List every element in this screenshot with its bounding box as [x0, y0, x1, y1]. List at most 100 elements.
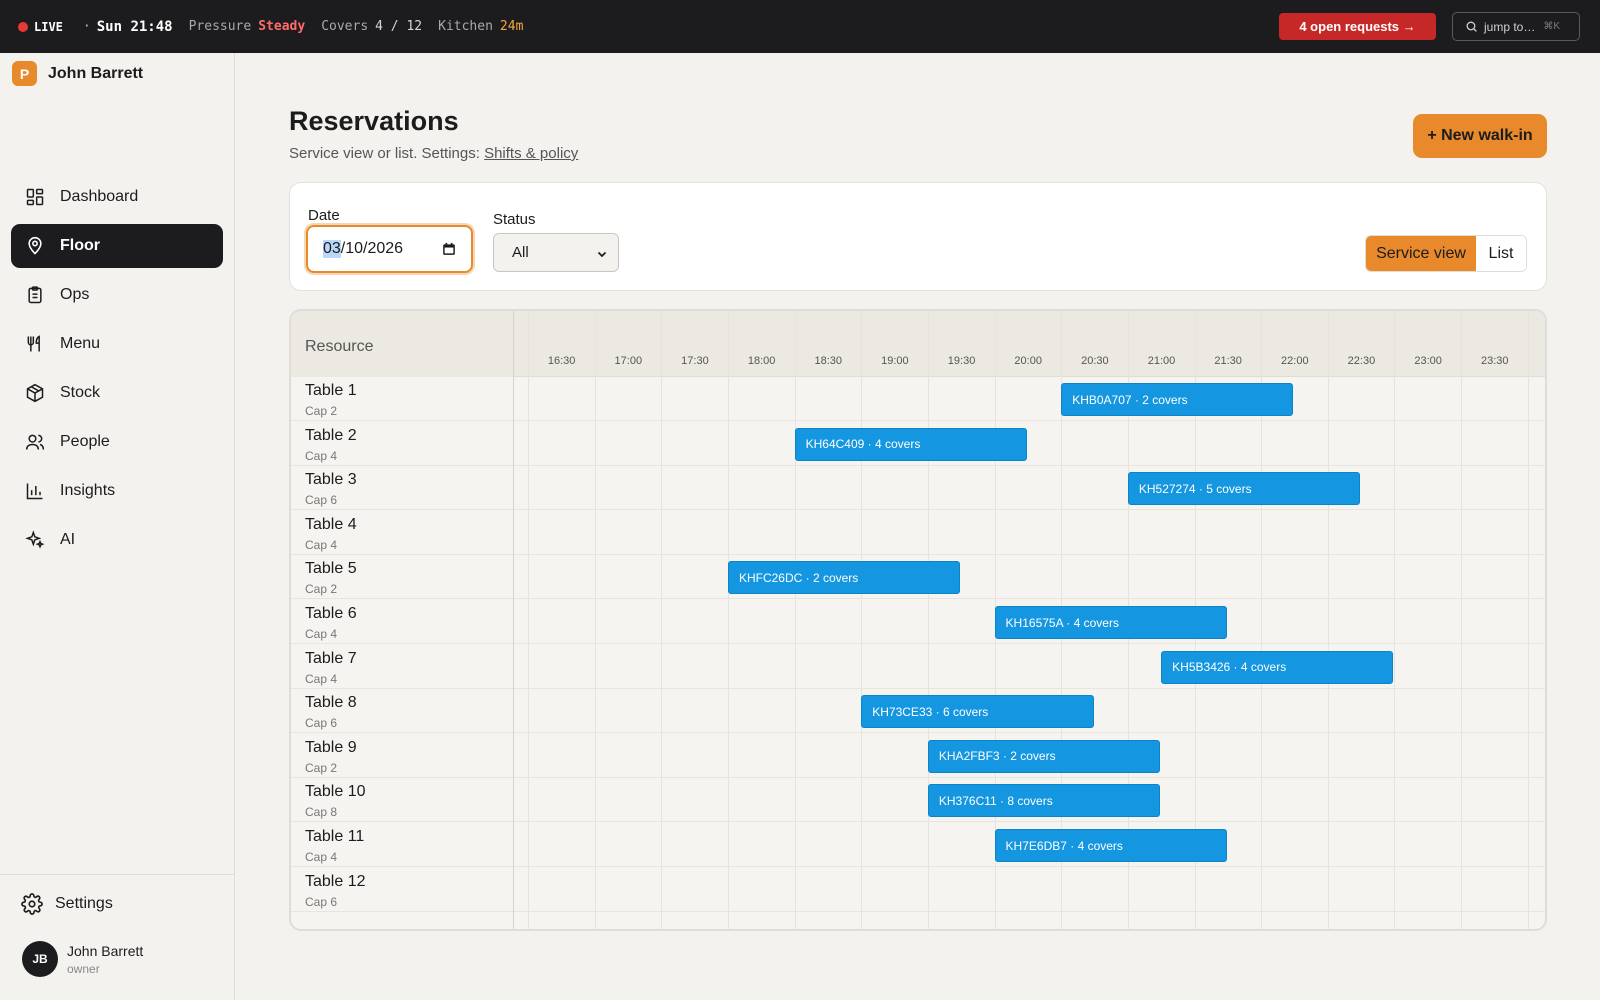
table-name[interactable]: Table 8 — [305, 694, 357, 712]
table-name[interactable]: Table 2 — [305, 427, 357, 445]
reservation-block[interactable]: KH7E6DB7 · 4 covers — [994, 829, 1227, 862]
time-tick-label: 19:00 — [881, 355, 909, 367]
brand[interactable]: P John Barrett — [12, 61, 143, 86]
new-walkin-button[interactable]: + New walk-in — [1413, 114, 1547, 158]
sidebar-item-dashboard[interactable]: Dashboard — [11, 175, 223, 219]
reservation-block[interactable]: KH5B3426 · 4 covers — [1161, 650, 1394, 684]
status-select[interactable]: All — [493, 233, 619, 272]
resource-row: Table 2 Cap 4 KH64C409 · 4 covers — [291, 422, 1545, 466]
table-name[interactable]: Table 4 — [305, 516, 357, 534]
service-view-button[interactable]: Service view — [1366, 236, 1476, 271]
reservation-block[interactable]: KHB0A707 · 2 covers — [1061, 383, 1294, 416]
reservation-block[interactable]: KH527274 · 5 covers — [1127, 472, 1361, 506]
table-capacity: Cap 4 — [305, 537, 338, 552]
bar-chart-icon — [24, 480, 46, 502]
sidebar-item-label: Floor — [60, 237, 100, 254]
brand-logo-icon: P — [12, 61, 37, 86]
time-tick-label: 16:30 — [547, 355, 576, 367]
reservation-block[interactable]: KH376C11 · 8 covers — [927, 784, 1161, 818]
table-name[interactable]: Table 11 — [305, 828, 364, 846]
reservation-block[interactable]: KH16575A · 4 covers — [994, 606, 1227, 639]
date-month-segment: 03 — [323, 240, 341, 258]
kitchen-value: 24m — [499, 19, 524, 34]
sidebar-item-label: Dashboard — [60, 188, 139, 205]
table-name[interactable]: Table 1 — [305, 382, 357, 400]
table-name[interactable]: Table 3 — [305, 471, 357, 489]
resource-row: Table 1 Cap 2 KHB0A707 · 2 covers — [291, 377, 1545, 421]
time-tick-label: 21:00 — [1147, 355, 1176, 367]
table-name[interactable]: Table 10 — [305, 783, 366, 801]
table-capacity: Cap 2 — [305, 404, 338, 418]
table-name[interactable]: Table 12 — [305, 873, 366, 891]
sidebar-item-people[interactable]: People — [11, 420, 223, 464]
resource-row: Table 6 Cap 4 KH16575A · 4 covers — [291, 600, 1545, 644]
sidebar-item-ops[interactable]: Ops — [11, 273, 223, 317]
reservation-block[interactable]: KHA2FBF3 · 2 covers — [927, 739, 1161, 773]
sidebar-item-floor[interactable]: Floor — [11, 224, 223, 268]
chevron-down-icon — [596, 247, 608, 264]
sidebar: P John Barrett Dashboard Floor Ops Menu … — [0, 53, 235, 1000]
sidebar-item-menu[interactable]: Menu — [11, 322, 223, 366]
gear-icon — [21, 893, 43, 915]
table-capacity: Cap 4 — [305, 627, 338, 641]
table-name[interactable]: Table 5 — [305, 560, 357, 578]
reservation-block[interactable]: KHFC26DC · 2 covers — [727, 561, 961, 595]
time-tick-label: 17:00 — [614, 355, 643, 367]
live-dot-icon — [18, 21, 28, 32]
sidebar-item-insights[interactable]: Insights — [11, 469, 223, 513]
table-capacity: Cap 2 — [305, 582, 338, 597]
sidebar-item-ai[interactable]: AI — [11, 518, 223, 562]
view-toggle: Service view List — [1365, 235, 1527, 272]
sidebar-item-label: Insights — [60, 482, 116, 499]
clipboard-icon — [24, 284, 46, 306]
brand-user-name: John Barrett — [48, 64, 144, 82]
date-rest: /10/2026 — [340, 240, 404, 257]
sidebar-item-label: People — [60, 433, 110, 450]
time-tick-label: 21:30 — [1214, 355, 1242, 367]
sparkles-icon — [24, 529, 46, 551]
time-tick-label: 18:30 — [814, 355, 843, 367]
table-capacity: Cap 6 — [305, 894, 338, 909]
time-tick-label: 23:30 — [1480, 355, 1509, 367]
sidebar-item-settings[interactable]: Settings — [21, 893, 113, 915]
sidebar-item-stock[interactable]: Stock — [11, 371, 223, 415]
sidebar-item-label: AI — [60, 531, 76, 548]
map-pin-icon — [24, 235, 46, 257]
list-view-button[interactable]: List — [1476, 236, 1526, 271]
settings-label: Settings — [55, 895, 113, 912]
jump-placeholder: jump to… — [1484, 19, 1536, 34]
reservation-block[interactable]: KH64C409 · 4 covers — [794, 427, 1027, 461]
user-role: owner — [67, 961, 100, 976]
resource-row: Table 4 Cap 4 — [291, 511, 1545, 555]
resource-row: Table 11 Cap 4 KH7E6DB7 · 4 covers — [291, 823, 1545, 867]
table-name[interactable]: Table 7 — [305, 650, 357, 668]
users-icon — [24, 431, 46, 453]
time-tick-label: 17:30 — [681, 355, 709, 367]
table-name[interactable]: Table 9 — [305, 739, 357, 757]
reservation-timeline: 16:0016:3017:0017:3018:0018:3019:0019:30… — [289, 309, 1547, 931]
page-subtitle-text: Service view or list. Settings: — [289, 145, 480, 162]
service-clock: Sun 21:48 — [96, 18, 173, 35]
table-name[interactable]: Table 6 — [305, 605, 357, 623]
date-field[interactable]: 03/10/2026 — [306, 225, 473, 273]
jump-shortcut: ⌘K — [1543, 21, 1561, 32]
sidebar-item-label: Ops — [60, 286, 90, 303]
page-title: Reservations — [289, 106, 459, 136]
box-icon — [24, 382, 46, 404]
reservation-block[interactable]: KH73CE33 · 6 covers — [861, 695, 1094, 729]
jump-to-search[interactable]: jump to… ⌘K — [1452, 12, 1580, 41]
table-capacity: Cap 4 — [305, 448, 338, 463]
sidebar-nav: Dashboard Floor Ops Menu Stock People In… — [11, 175, 223, 567]
date-label: Date — [308, 207, 340, 224]
user-profile[interactable]: JB John Barrett owner — [22, 941, 143, 977]
open-requests-button[interactable]: 4 open requests → — [1279, 13, 1436, 40]
resource-row: Table 3 Cap 6 KH527274 · 5 covers — [291, 466, 1545, 511]
dashboard-icon — [24, 186, 46, 208]
user-name: John Barrett — [67, 942, 144, 959]
time-tick-label: 19:30 — [947, 355, 976, 367]
shifts-policy-link[interactable]: Shifts & policy — [484, 145, 578, 162]
status-value: All — [512, 244, 529, 261]
calendar-icon[interactable] — [442, 242, 456, 261]
time-tick-label: 20:30 — [1081, 355, 1109, 367]
search-icon — [1466, 21, 1477, 32]
